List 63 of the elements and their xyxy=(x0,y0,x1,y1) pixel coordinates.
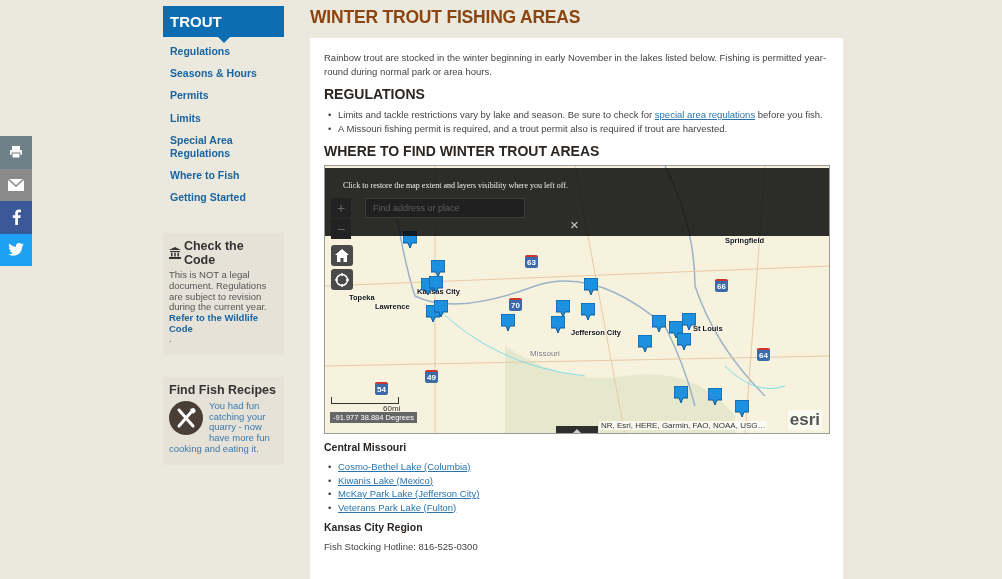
pointer-icon xyxy=(218,37,230,43)
highway-shield: 54 xyxy=(375,382,388,395)
lake-link[interactable]: Cosmo-Bethel Lake (Columbia) xyxy=(338,460,471,474)
sidebar-link[interactable]: Regulations xyxy=(170,43,277,66)
highway-shield: 49 xyxy=(425,370,438,383)
fork-and-knife-icon xyxy=(169,401,203,436)
caret-icon xyxy=(573,428,581,433)
bullet: • xyxy=(328,473,333,487)
notice-text: Click to restore the map extent and layers visibility where you left off. xyxy=(343,181,568,190)
courthouse-icon xyxy=(169,247,181,260)
locate-button[interactable] xyxy=(331,269,353,290)
scale-bar xyxy=(331,397,399,404)
highway-shield: 64 xyxy=(757,348,770,361)
regulation-item: Limits and tackle restrictions vary by lake and season. Be sure to check for special area regulations before you fish. xyxy=(338,108,823,122)
sidebar-link[interactable]: Special Area Regulations xyxy=(170,131,277,167)
sidebar-link[interactable]: Seasons & Hours xyxy=(170,65,277,88)
recipes-link[interactable]: You had fun catching your quarry - now have more fun cooking and eating it. xyxy=(169,401,278,455)
facebook-icon xyxy=(11,209,21,226)
map-place-label: Missouri xyxy=(530,349,560,358)
bullet: • xyxy=(328,500,333,514)
sidebar-link[interactable]: Where to Fish xyxy=(170,166,277,189)
region-heading: Central Missouri xyxy=(324,441,408,453)
email-share-button[interactable] xyxy=(0,168,32,201)
hotline-text: Fish Stocking Hotline: 816-525-0300 xyxy=(324,540,479,554)
esri-logo: esri xyxy=(787,410,822,430)
region-heading: Kansas City Region xyxy=(324,521,424,533)
section-title: TROUT xyxy=(163,6,284,37)
envelope-icon xyxy=(8,178,24,191)
page-title: WINTER TROUT FISHING AREAS xyxy=(310,7,582,28)
disclaimer-text: This is NOT a legal document. Regulations are subject to revision during the current year. Refer to the Wildlife Code . xyxy=(169,270,278,346)
bullet: • xyxy=(328,108,333,122)
wildlife-code-link[interactable]: Refer to the Wildlife Code xyxy=(169,312,278,335)
bullet: • xyxy=(328,460,333,474)
close-button[interactable]: × xyxy=(570,218,579,232)
print-share-button[interactable] xyxy=(0,136,32,169)
sidebar-link[interactable]: Getting Started xyxy=(170,188,277,212)
twitter-share-button[interactable] xyxy=(0,233,32,266)
home-button[interactable] xyxy=(331,245,353,266)
bullet: • xyxy=(328,121,333,135)
section-heading: WHERE TO FIND WINTER TROUT AREAS xyxy=(324,143,601,159)
lake-link[interactable]: McKay Park Lake (Jefferson City) xyxy=(338,487,480,501)
panel-title: Check the Code xyxy=(183,239,245,268)
zoom-in-button[interactable]: + xyxy=(331,198,351,218)
highway-shield: 63 xyxy=(525,255,538,268)
facebook-share-button[interactable] xyxy=(0,201,32,234)
scale-label: 60mi xyxy=(383,404,401,413)
map-attribution: NR, Esri, HERE, Garmin, FAO, NOAA, USG… xyxy=(599,421,768,430)
highway-shield: 66 xyxy=(715,279,728,292)
bullet: • xyxy=(328,487,333,501)
regulations-link[interactable]: special area regulations xyxy=(654,109,756,120)
intro-text: Rainbow trout are stocked in the winter beginning in early November in the lakes listed below. Fishing is permitted year-round during normal park or area hours. xyxy=(324,51,828,78)
sidebar-link[interactable]: Limits xyxy=(170,109,277,132)
expand-tab[interactable] xyxy=(556,426,598,433)
highway-shield: 70 xyxy=(509,298,522,311)
section-heading: REGULATIONS xyxy=(324,86,426,102)
lake-link[interactable]: Kiwanis Lake (Mexico) xyxy=(338,473,434,487)
panel-title: Find Fish Recipes xyxy=(169,383,277,398)
regulation-item: A Missouri fishing permit is required, and a trout permit also is required if trout are harvested. xyxy=(338,121,728,135)
printer-icon xyxy=(9,145,23,160)
bird-icon xyxy=(8,243,24,257)
lake-link[interactable]: Veterans Park Lake (Fulton) xyxy=(338,500,457,514)
zoom-out-button[interactable]: − xyxy=(331,219,351,239)
sidebar-link[interactable]: Permits xyxy=(170,87,277,110)
